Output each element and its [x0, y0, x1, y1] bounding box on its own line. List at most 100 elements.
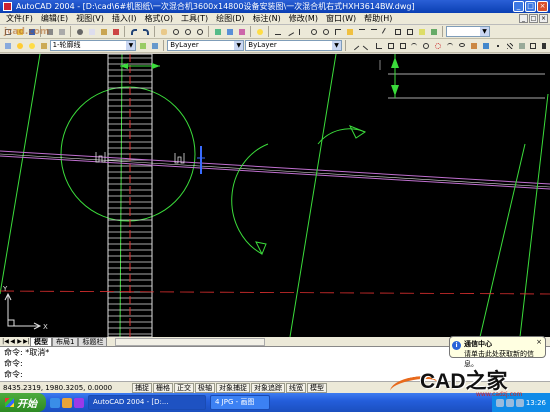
menu-help[interactable]: 帮助(H) — [360, 13, 396, 24]
model-toggle[interactable]: 模型 — [307, 382, 327, 393]
line-icon[interactable] — [349, 40, 360, 51]
spline-icon[interactable] — [444, 40, 455, 51]
autocad-app-icon[interactable] — [3, 2, 12, 11]
menu-dimension[interactable]: 标注(N) — [249, 13, 285, 24]
undo-icon[interactable] — [128, 26, 139, 37]
zoom-previous-icon[interactable] — [194, 26, 205, 37]
pan-icon[interactable] — [158, 26, 169, 37]
insert-block-icon[interactable] — [468, 40, 479, 51]
tray-network-icon[interactable] — [495, 398, 504, 407]
layer-sun-icon[interactable] — [26, 40, 37, 51]
quick-dim-icon[interactable] — [344, 26, 355, 37]
dimstyle-combo[interactable]: ▼ — [446, 26, 490, 37]
tray-security-icon[interactable] — [515, 398, 524, 407]
chevron-down-icon[interactable]: ▼ — [332, 41, 342, 50]
minimize-button[interactable]: _ — [513, 1, 524, 12]
save-icon[interactable] — [26, 26, 37, 37]
dim-angular-icon[interactable] — [332, 26, 343, 37]
mtext-icon[interactable] — [539, 40, 550, 51]
layer-lock-icon[interactable] — [38, 40, 49, 51]
doc-minimize-button[interactable]: _ — [519, 14, 528, 23]
menu-format[interactable]: 格式(O) — [140, 13, 177, 24]
make-block-icon[interactable] — [480, 40, 491, 51]
layer-freeze-icon[interactable] — [14, 40, 25, 51]
ellipse-icon[interactable] — [456, 40, 467, 51]
open-icon[interactable] — [14, 26, 25, 37]
tab-last-arrow[interactable]: ▶| — [23, 338, 30, 346]
polygon-icon[interactable] — [385, 40, 396, 51]
otrack-toggle[interactable]: 对象追踪 — [251, 382, 285, 393]
communication-center-balloon[interactable]: i 通信中心 请单击此处获取新的信息。 × — [449, 336, 546, 368]
dim-baseline-icon[interactable] — [356, 26, 367, 37]
balloon-text[interactable]: 请单击此处获取新的信息。 — [464, 349, 542, 369]
dim-radius-icon[interactable] — [308, 26, 319, 37]
tab-next-arrow[interactable]: ▶ — [16, 338, 23, 346]
tab-first-arrow[interactable]: |◀ — [2, 338, 9, 346]
menu-window[interactable]: 窗口(W) — [322, 13, 360, 24]
tray-volume-icon[interactable] — [505, 398, 514, 407]
layer-select[interactable]: 1-轮廓线 ▼ — [49, 40, 137, 51]
zoom-realtime-icon[interactable] — [170, 26, 181, 37]
hatch-icon[interactable] — [504, 40, 515, 51]
dim-diameter-icon[interactable] — [320, 26, 331, 37]
menu-insert[interactable]: 插入(I) — [108, 13, 141, 24]
tab-prev-arrow[interactable]: ◀ — [9, 338, 16, 346]
design-center-icon[interactable] — [224, 26, 235, 37]
dim-update-icon[interactable] — [428, 26, 439, 37]
dim-aligned-icon[interactable] — [284, 26, 295, 37]
print-preview-icon[interactable] — [56, 26, 67, 37]
menu-view[interactable]: 视图(V) — [72, 13, 108, 24]
doc-restore-button[interactable]: □ — [529, 14, 538, 23]
revcloud-icon[interactable] — [432, 40, 443, 51]
polar-toggle[interactable]: 极轴 — [195, 382, 215, 393]
dim-linear-icon[interactable] — [272, 26, 283, 37]
copy-icon[interactable] — [86, 26, 97, 37]
properties-icon[interactable] — [212, 26, 223, 37]
layer-manager-icon[interactable] — [2, 40, 13, 51]
tab-titleblock[interactable]: 标题栏 — [78, 337, 108, 346]
redo-icon[interactable] — [140, 26, 151, 37]
cut-icon[interactable] — [74, 26, 85, 37]
point-icon[interactable] — [492, 40, 503, 51]
color-select[interactable]: ByLayer ▼ — [167, 40, 245, 51]
maximize-button[interactable]: □ — [525, 1, 536, 12]
region-icon[interactable] — [516, 40, 527, 51]
lineweight-toggle[interactable]: 线宽 — [286, 382, 306, 393]
tolerance-icon[interactable] — [392, 26, 403, 37]
ortho-toggle[interactable]: 正交 — [174, 382, 194, 393]
close-icon[interactable]: × — [535, 338, 543, 346]
linetype-select[interactable]: ByLayer ▼ — [245, 40, 343, 51]
close-button[interactable]: × — [537, 1, 548, 12]
menu-edit[interactable]: 编辑(E) — [37, 13, 72, 24]
layer-previous-icon[interactable] — [149, 40, 160, 51]
menu-modify[interactable]: 修改(M) — [285, 13, 322, 24]
taskbar-autocad[interactable]: AutoCAD 2004 - [D:... — [88, 395, 206, 410]
rectangle-icon[interactable] — [397, 40, 408, 51]
menu-file[interactable]: 文件(F) — [2, 13, 37, 24]
grid-toggle[interactable]: 栅格 — [153, 382, 173, 393]
tab-model[interactable]: 模型 — [30, 337, 52, 346]
doc-close-button[interactable]: × — [539, 14, 548, 23]
paste-icon[interactable] — [98, 26, 109, 37]
dim-continue-icon[interactable] — [368, 26, 379, 37]
explorer-icon[interactable] — [62, 397, 72, 408]
zoom-window-icon[interactable] — [182, 26, 193, 37]
table-icon[interactable] — [527, 40, 538, 51]
make-object-layer-current-icon[interactable] — [137, 40, 148, 51]
menu-draw[interactable]: 绘图(D) — [212, 13, 248, 24]
xline-icon[interactable] — [361, 40, 372, 51]
taskbar-paint[interactable]: 4 JPG - 画图 — [210, 395, 270, 410]
osnap-toggle[interactable]: 对象捕捉 — [216, 382, 250, 393]
command-prompt[interactable]: 命令: — [0, 369, 550, 380]
horizontal-scrollbar[interactable] — [115, 338, 266, 346]
arc-icon[interactable] — [408, 40, 419, 51]
clock[interactable]: 13:26 — [526, 399, 546, 407]
new-icon[interactable] — [2, 26, 13, 37]
media-icon[interactable] — [74, 397, 84, 408]
menu-tools[interactable]: 工具(T) — [177, 13, 212, 24]
snap-toggle[interactable]: 捕捉 — [132, 382, 152, 393]
tool-palettes-icon[interactable] — [236, 26, 247, 37]
chevron-down-icon[interactable]: ▼ — [126, 41, 136, 50]
start-button[interactable]: 开始 — [0, 393, 46, 412]
leader-icon[interactable] — [380, 26, 391, 37]
